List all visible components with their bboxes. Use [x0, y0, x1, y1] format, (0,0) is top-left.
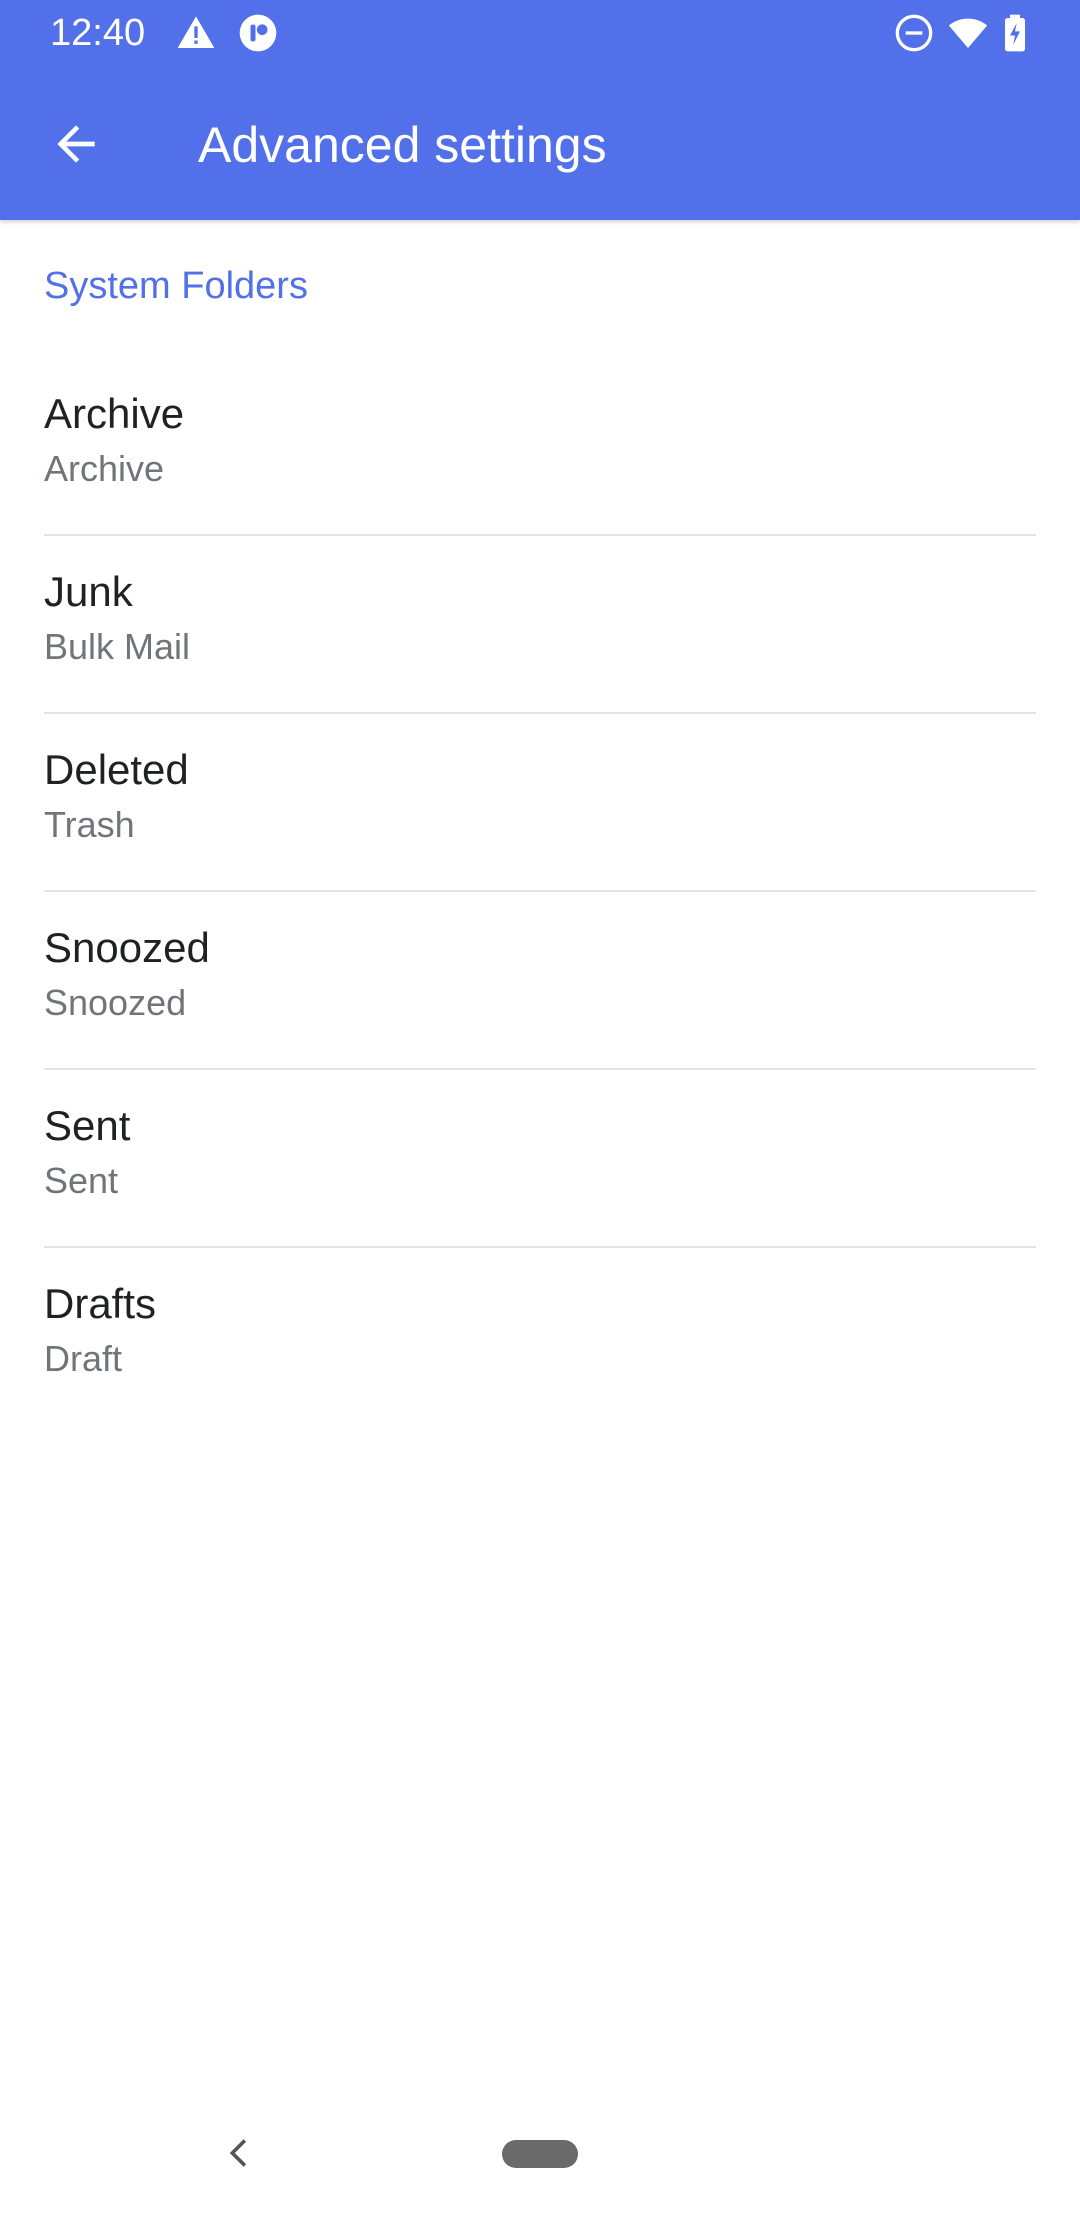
battery-charging-icon: [1000, 13, 1030, 53]
arrow-back-icon: [48, 116, 104, 177]
folder-summary: Sent: [44, 1160, 119, 1201]
folder-summary: Snoozed: [44, 982, 187, 1023]
folder-item-deleted[interactable]: Deleted Trash: [0, 714, 1080, 892]
folder-title: Junk: [44, 568, 133, 615]
nav-back-button[interactable]: [212, 2128, 266, 2182]
folder-title: Drafts: [44, 1280, 157, 1327]
status-time: 12:40: [50, 12, 146, 54]
section-header-system-folders: System Folders: [44, 265, 308, 307]
folder-summary: Draft: [44, 1338, 123, 1379]
folder-title: Archive: [44, 390, 185, 437]
alert-icon: [176, 13, 216, 53]
folder-item-drafts[interactable]: Drafts Draft: [0, 1248, 1080, 1426]
folder-title: Snoozed: [44, 924, 210, 971]
app-bar: 12:40 Advanced settings: [0, 0, 1080, 220]
app-notification-icon: [238, 13, 278, 53]
folder-summary: Bulk Mail: [44, 626, 191, 667]
home-pill-icon[interactable]: [502, 2140, 578, 2168]
advanced-settings-screen: 12:40 Advanced settings System Folders A…: [0, 0, 1080, 2220]
folder-title: Deleted: [44, 746, 189, 793]
back-button[interactable]: [34, 104, 118, 188]
do-not-disturb-icon: [894, 13, 934, 53]
folder-summary: Trash: [44, 804, 135, 845]
nav-back-icon: [219, 2133, 259, 2178]
system-folders-list: Archive Archive Junk Bulk Mail Deleted T…: [0, 358, 1080, 1426]
folder-item-sent[interactable]: Sent Sent: [0, 1070, 1080, 1248]
folder-title: Sent: [44, 1102, 131, 1149]
navigation-bar: [0, 2110, 1080, 2200]
folder-item-junk[interactable]: Junk Bulk Mail: [0, 536, 1080, 714]
page-title: Advanced settings: [198, 117, 607, 173]
wifi-icon: [948, 13, 988, 53]
folder-item-snoozed[interactable]: Snoozed Snoozed: [0, 892, 1080, 1070]
status-bar: 12:40: [0, 0, 1080, 66]
folder-item-archive[interactable]: Archive Archive: [0, 358, 1080, 536]
folder-summary: Archive: [44, 448, 165, 489]
